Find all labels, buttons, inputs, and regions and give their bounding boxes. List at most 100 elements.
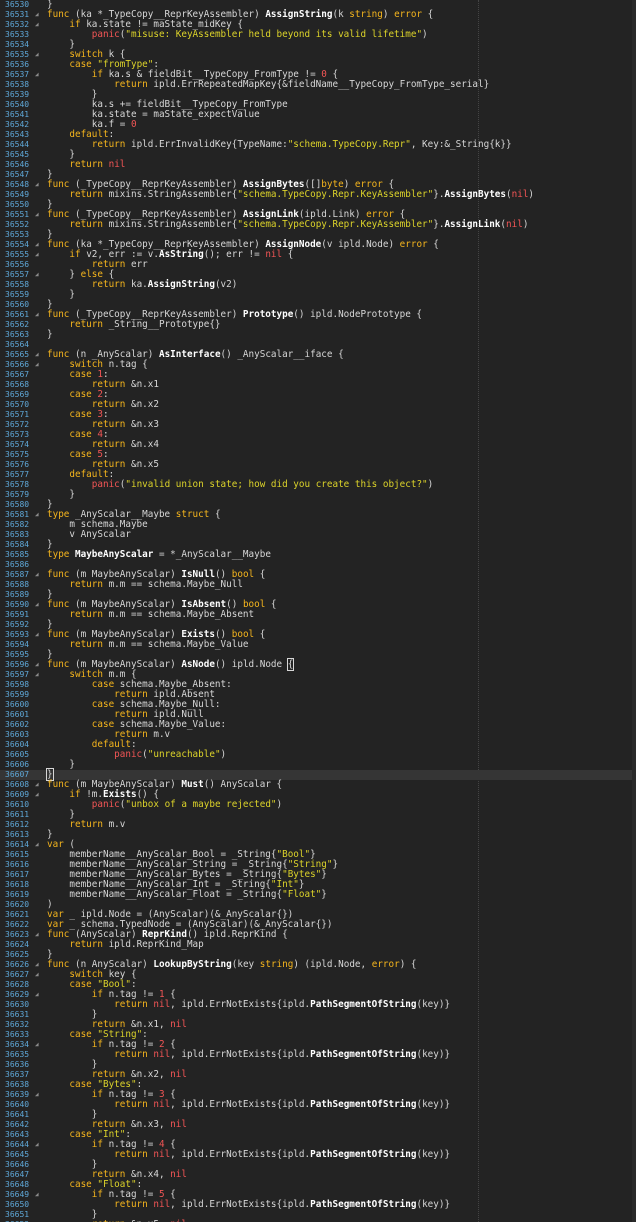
line-number: 36630 [5, 1000, 30, 1009]
line-number: 36618 [5, 880, 30, 889]
line-number: 36589 [5, 590, 30, 599]
code-line[interactable]: 36544 return ipld.ErrInvalidKey{TypeName… [0, 140, 636, 150]
fold-toggle-icon[interactable]: ◢ [35, 310, 39, 320]
code-token: "unbox of a maybe rejected" [125, 799, 277, 810]
code-token: "schema.TypeCopy.Repr" [287, 139, 411, 150]
code-text: memberName__AnyScalar_Float = _String{"F… [47, 890, 327, 900]
code-text: return ipld.ErrInvalidKey{TypeName:"sche… [47, 140, 512, 150]
fold-toggle-icon[interactable]: ◢ [35, 510, 39, 520]
fold-toggle-icon[interactable]: ◢ [35, 1190, 39, 1200]
code-line[interactable]: 36624 return ipld.ReprKind_Map [0, 940, 636, 950]
fold-toggle-icon[interactable]: ◢ [35, 570, 39, 580]
fold-toggle-icon[interactable]: ◢ [35, 600, 39, 610]
fold-toggle-icon[interactable]: ◢ [35, 1090, 39, 1100]
line-number: 36532 [5, 20, 30, 29]
code-line[interactable]: 36619 memberName__AnyScalar_Float = _Str… [0, 890, 636, 900]
code-text: type MaybeAnyScalar = *_AnyScalar__Maybe [47, 550, 271, 560]
code-token: nil [170, 1069, 187, 1080]
code-token: ipld.ReprKind_Map [102, 939, 204, 950]
code-line[interactable]: 36559 } [0, 290, 636, 300]
code-token: panic [114, 749, 143, 760]
fold-toggle-icon[interactable]: ◢ [35, 670, 39, 680]
code-line[interactable]: 36562 return _String__Prototype{} [0, 320, 636, 330]
line-number: 36625 [5, 950, 30, 959]
line-number: 36585 [5, 550, 30, 559]
fold-toggle-icon[interactable]: ◢ [35, 1140, 39, 1150]
code-token: PathSegmentOfString [310, 1149, 417, 1160]
code-token: PathSegmentOfString [310, 1099, 417, 1110]
fold-toggle-icon[interactable]: ◢ [35, 50, 39, 60]
code-line[interactable]: 36578 panic("invalid union state; how di… [0, 480, 636, 490]
code-token: "schema.TypeCopy.Repr.KeyAssembler" [237, 219, 434, 230]
fold-toggle-icon[interactable]: ◢ [35, 250, 39, 260]
code-line[interactable]: 36610 panic("unbox of a maybe rejected") [0, 800, 636, 810]
line-number: 36535 [5, 50, 30, 59]
code-token: type [47, 549, 70, 560]
fold-toggle-icon[interactable]: ◢ [35, 1040, 39, 1050]
code-line[interactable]: 36591 return m.m == schema.Maybe_Absent [0, 610, 636, 620]
fold-toggle-icon[interactable]: ◢ [35, 270, 39, 280]
scrollbar[interactable] [632, 0, 636, 1222]
code-token: nil [265, 249, 283, 260]
code-lines[interactable]: 36530} 36531 ◢ func (ka *_TypeCopy__ReprKey… [0, 0, 636, 1222]
code-line[interactable]: 36594 return m.m == schema.Maybe_Value [0, 640, 636, 650]
code-token: , ipld.ErrNotExists{ipld. [170, 999, 311, 1010]
line-number: 36603 [5, 730, 30, 739]
code-line[interactable]: 36552 return mixins.StringAssembler{"sch… [0, 220, 636, 230]
code-token: &n.x5 [125, 459, 159, 470]
code-line[interactable]: 36579 } [0, 490, 636, 500]
fold-toggle-icon[interactable]: ◢ [35, 240, 39, 250]
fold-toggle-icon[interactable]: ◢ [35, 70, 39, 80]
code-line[interactable]: 36533 panic("misuse: KeyAssembler held b… [0, 30, 636, 40]
line-number: 36613 [5, 830, 30, 839]
fold-toggle-icon[interactable]: ◢ [35, 10, 39, 20]
fold-toggle-icon[interactable]: ◢ [35, 780, 39, 790]
fold-toggle-icon[interactable]: ◢ [35, 210, 39, 220]
fold-toggle-icon[interactable]: ◢ [35, 630, 39, 640]
code-line[interactable]: 36558 return ka.AssignString(v2) [0, 280, 636, 290]
code-token: { [427, 239, 439, 250]
line-number: 36602 [5, 720, 30, 729]
fold-toggle-icon[interactable]: ◢ [35, 970, 39, 980]
fold-toggle-icon[interactable]: ◢ [35, 20, 39, 30]
fold-toggle-icon[interactable]: ◢ [35, 930, 39, 940]
code-token: &n.x3, [125, 1119, 171, 1130]
code-token: return [69, 609, 103, 620]
line-number: 36615 [5, 850, 30, 859]
fold-toggle-icon[interactable]: ◢ [35, 660, 39, 670]
code-line[interactable]: 36546 return nil [0, 160, 636, 170]
fold-toggle-icon[interactable]: ◢ [35, 360, 39, 370]
code-line[interactable]: 36585 type MaybeAnyScalar = *_AnyScalar__… [0, 550, 636, 560]
code-line[interactable]: 36606 } [0, 760, 636, 770]
code-line[interactable]: 36613} [0, 830, 636, 840]
code-line[interactable]: 36605 panic("unreachable") [0, 750, 636, 760]
line-number: 36551 [5, 210, 30, 219]
fold-toggle-icon[interactable]: ◢ [35, 790, 39, 800]
fold-toggle-icon[interactable]: ◢ [35, 840, 39, 850]
fold-toggle-icon[interactable]: ◢ [35, 960, 39, 970]
line-number: 36559 [5, 290, 30, 299]
line-number: 36566 [5, 360, 30, 369]
code-token: ka. [125, 279, 148, 290]
code-token: () ipld.Node [214, 659, 288, 670]
code-line[interactable]: 36588 return m.m == schema.Maybe_Null [0, 580, 636, 590]
code-token: return [114, 1099, 148, 1110]
code-line[interactable]: 36549 return mixins.StringAssembler{"sch… [0, 190, 636, 200]
fold-toggle-icon[interactable]: ◢ [35, 180, 39, 190]
code-token: return [91, 279, 126, 290]
code-text: return nil, ipld.ErrNotExists{ipld.PathS… [47, 1100, 450, 1110]
code-token: error [394, 9, 423, 20]
code-line[interactable]: 36563} [0, 330, 636, 340]
code-editor[interactable]: 36530} 36531 ◢ func (ka *_TypeCopy__ReprKey… [0, 0, 636, 1222]
fold-toggle-icon[interactable]: ◢ [35, 350, 39, 360]
code-line[interactable]: 36612 return m.v [0, 820, 636, 830]
line-number: 36648 [5, 1180, 30, 1189]
code-token: mixins.StringAssembler{ [102, 189, 238, 200]
code-token: (key)} [416, 1149, 451, 1160]
line-number: 36563 [5, 330, 30, 339]
code-line[interactable]: 36583 v AnyScalar [0, 530, 636, 540]
line-number: 36650 [5, 1200, 30, 1209]
fold-toggle-icon[interactable]: ◢ [35, 990, 39, 1000]
line-number: 36561 [5, 310, 30, 319]
code-token: } [321, 869, 327, 880]
